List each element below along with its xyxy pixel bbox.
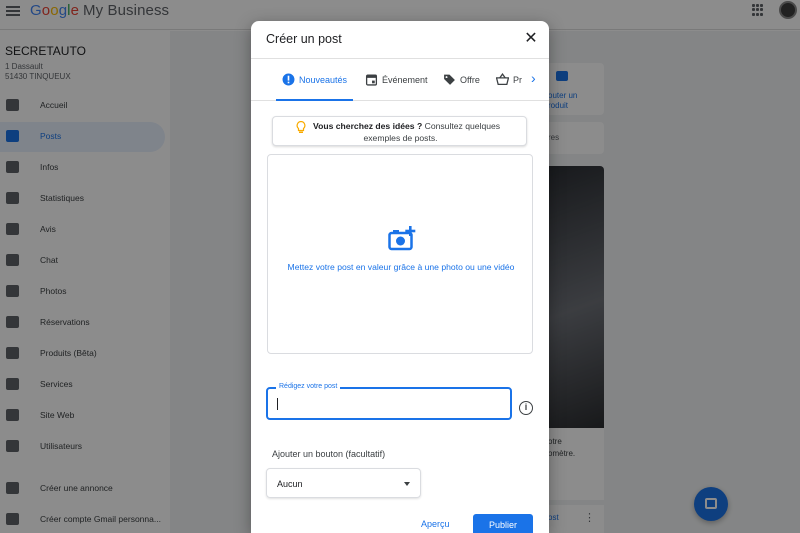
add-photo-label: Mettez votre post en valeur grâce à une … <box>287 262 515 272</box>
add-photo-icon <box>388 226 416 251</box>
close-icon[interactable]: ✕ <box>523 31 539 47</box>
add-button-heading: Ajouter un bouton (facultatif) <box>272 449 386 459</box>
tip-text-line2: exemples de posts. <box>363 133 438 143</box>
tab-label: Événement <box>382 75 428 85</box>
active-tab-indicator <box>276 99 353 101</box>
preview-button[interactable]: Aperçu <box>421 519 450 529</box>
tab-label: Nouveautés <box>299 75 348 85</box>
tip-text-rest: Consultez quelques <box>422 121 501 131</box>
post-ideas-tip[interactable]: Vous cherchez des idées ? Consultez quel… <box>272 116 527 146</box>
event-icon <box>365 74 378 86</box>
tip-text-bold: Vous cherchez des idées ? <box>313 121 423 131</box>
alert-circle-icon <box>282 73 295 86</box>
create-post-dialog: Créer un post ✕ Nouveautés Événement Off… <box>251 21 549 533</box>
dialog-title: Créer un post <box>266 32 342 46</box>
basket-icon <box>496 73 509 86</box>
info-icon[interactable]: i <box>519 401 533 415</box>
tag-icon <box>444 74 455 85</box>
add-photo-dropzone[interactable]: Mettez votre post en valeur grâce à une … <box>267 154 533 354</box>
post-field-label: Rédigez votre post <box>276 383 341 390</box>
text-cursor <box>277 398 278 410</box>
post-type-tabs: Nouveautés Événement Offre Pr › <box>251 59 549 101</box>
publish-button[interactable]: Publier <box>473 514 533 533</box>
tab-label: Pr <box>513 75 522 85</box>
select-value: Aucun <box>277 479 303 489</box>
button-type-select[interactable]: Aucun <box>266 468 421 498</box>
tip-text-line1: Vous cherchez des idées ? Consultez quel… <box>313 121 500 131</box>
caret-down-icon <box>404 482 410 486</box>
chevron-right-icon[interactable]: › <box>531 69 545 87</box>
post-text-field[interactable]: Rédigez votre post <box>266 383 512 420</box>
tab-label: Offre <box>460 75 480 85</box>
